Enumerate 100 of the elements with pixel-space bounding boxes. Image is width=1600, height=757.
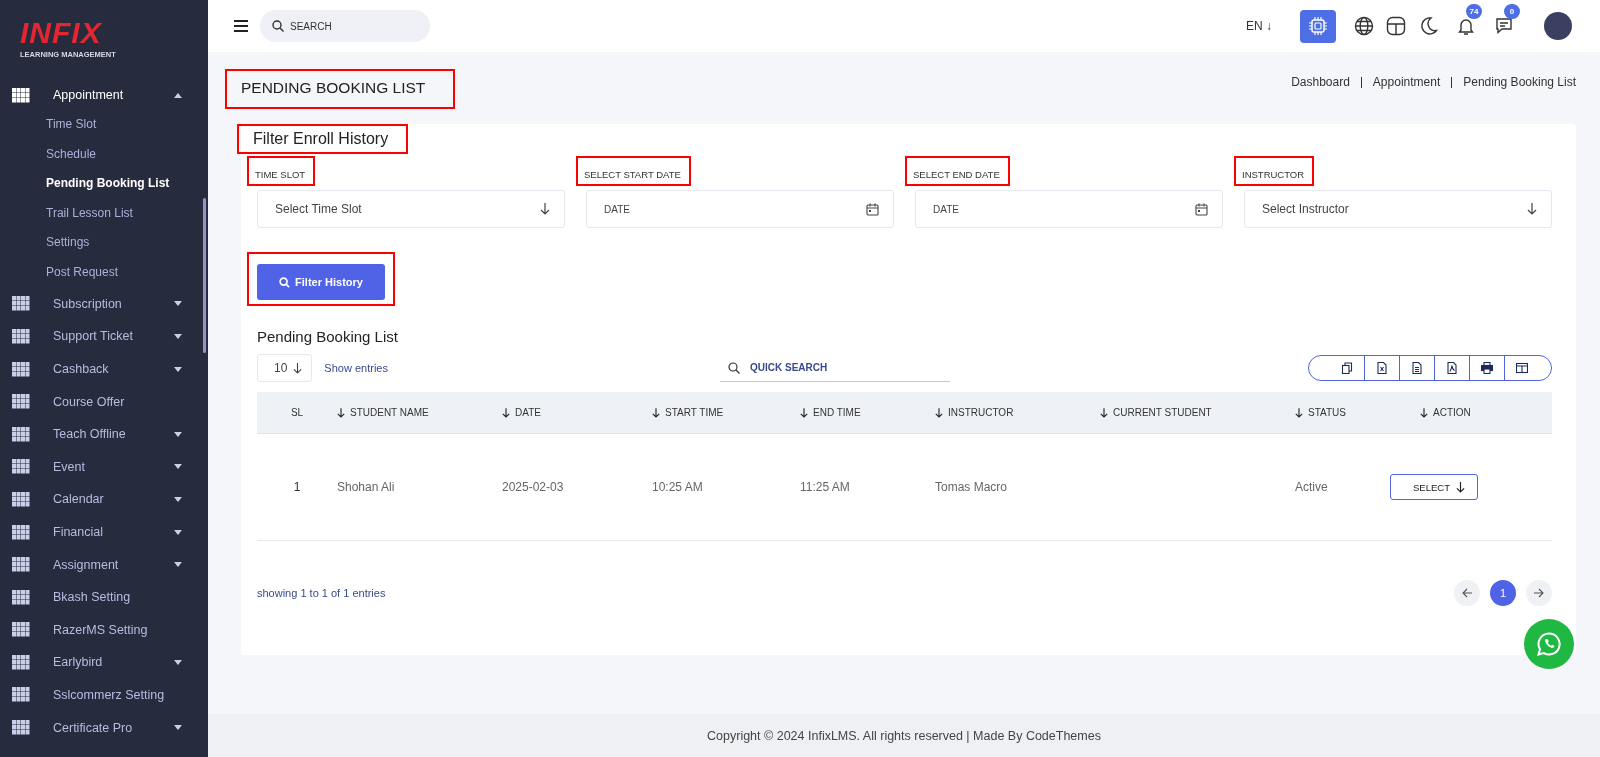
page-button[interactable]: 1 xyxy=(1490,580,1516,606)
grid-icon xyxy=(12,687,30,703)
grid-icon xyxy=(12,654,30,670)
sidebar-subitem[interactable]: Pending Booking List xyxy=(0,169,208,199)
language-selector[interactable]: EN ↓ xyxy=(1246,19,1272,33)
sidebar-item[interactable]: RazerMS Setting xyxy=(0,613,208,647)
grid-icon xyxy=(12,87,30,103)
print-icon xyxy=(1481,362,1493,374)
date-field[interactable]: DATE xyxy=(915,190,1223,228)
sidebar-item[interactable]: Event xyxy=(0,450,208,484)
message-count: 0 xyxy=(1504,4,1520,19)
search-icon xyxy=(272,20,284,32)
caret-icon xyxy=(174,366,182,372)
sidebar-subitem[interactable]: Time Slot xyxy=(0,110,208,140)
field-label: TIME SLOT xyxy=(255,169,306,180)
breadcrumb-link[interactable]: Appointment xyxy=(1372,75,1441,89)
sidebar-item[interactable]: Assignment xyxy=(0,548,208,581)
table-cell: Active xyxy=(1295,480,1328,494)
arrow-down-icon xyxy=(293,362,303,374)
arrow-down-icon xyxy=(540,203,550,215)
caret-icon xyxy=(174,92,182,98)
filter-history-button[interactable]: Filter History xyxy=(257,264,385,300)
column-header[interactable]: DATE xyxy=(502,407,652,418)
table-cell: Tomas Macro xyxy=(935,480,1008,494)
section-title: Filter Enroll History xyxy=(253,130,389,148)
table-cell: 10:25 AM xyxy=(652,480,703,494)
grid-icon xyxy=(12,589,30,605)
sidebar-subitem[interactable]: Schedule xyxy=(0,139,208,170)
section-title: Pending Booking List xyxy=(257,328,399,345)
layout-icon[interactable] xyxy=(1386,16,1406,36)
grid-icon xyxy=(12,361,30,377)
sidebar-item[interactable]: Subscription xyxy=(0,287,208,321)
sidebar-item[interactable]: Support Ticket xyxy=(0,320,208,353)
column-header[interactable]: STATUS xyxy=(1295,407,1420,418)
column-header[interactable]: SL xyxy=(257,407,337,418)
sort-arrow-icon xyxy=(1295,407,1303,418)
columns-icon xyxy=(1516,362,1528,374)
chat-icon[interactable] xyxy=(1494,16,1514,36)
caret-icon xyxy=(174,464,182,470)
grid-icon xyxy=(12,491,30,507)
field-label: INSTRUCTOR xyxy=(1242,169,1305,180)
sidebar-item[interactable]: Course Offer xyxy=(0,385,208,418)
sort-arrow-icon xyxy=(935,407,943,418)
table-cell: 11:25 AM xyxy=(800,480,850,494)
chip-button[interactable] xyxy=(1300,9,1336,43)
select-dropdown-button[interactable]: SELECT xyxy=(1390,474,1478,500)
sidebar-item[interactable]: Financial xyxy=(0,515,208,549)
breadcrumb-link[interactable]: Pending Booking List xyxy=(1463,75,1576,89)
moon-icon[interactable] xyxy=(1418,16,1438,36)
column-header[interactable]: START TIME xyxy=(652,407,800,418)
text-file-icon xyxy=(1411,362,1423,374)
sort-arrow-icon xyxy=(1100,407,1108,418)
show-entries-label: Show entries xyxy=(324,362,388,374)
caret-icon xyxy=(174,562,182,568)
caret-icon xyxy=(174,431,182,437)
breadcrumb-link[interactable]: Dashboard xyxy=(1291,75,1350,89)
caret-icon xyxy=(174,333,182,339)
sidebar-subitem[interactable]: Trail Lesson List xyxy=(0,198,208,229)
table-cell: 2025-02-03 xyxy=(502,480,564,494)
column-header[interactable]: STUDENT NAME xyxy=(337,407,502,418)
table-cell: 1 xyxy=(293,480,301,494)
arrow-left-icon xyxy=(1462,588,1472,598)
grid-icon xyxy=(12,720,30,736)
sidebar-item[interactable]: Appointment xyxy=(0,80,208,110)
column-header[interactable]: CURRENT STUDENT xyxy=(1100,407,1295,418)
caret-icon xyxy=(174,659,182,665)
search-icon xyxy=(279,276,291,288)
arrow-down-icon xyxy=(1455,481,1465,493)
sidebar-item[interactable]: Bkash Setting xyxy=(0,580,208,614)
sidebar-item[interactable]: Sslcommerz Setting xyxy=(0,678,208,712)
globe-icon[interactable] xyxy=(1354,16,1374,36)
bell-icon[interactable] xyxy=(1456,16,1476,36)
logo-text: INFIX xyxy=(20,18,103,48)
sidebar-item[interactable]: Earlybird xyxy=(0,646,208,679)
avatar[interactable] xyxy=(1544,12,1572,40)
sidebar-item[interactable]: Teach Offline xyxy=(0,417,208,451)
sidebar-subitem[interactable]: Settings xyxy=(0,228,208,258)
caret-icon xyxy=(174,529,182,535)
select-field[interactable]: Select Instructor xyxy=(1244,190,1552,228)
entries-info: showing 1 to 1 of 1 entries xyxy=(257,587,386,599)
column-header[interactable]: ACTION xyxy=(1420,407,1552,418)
select-field[interactable]: Select Time Slot xyxy=(257,190,565,228)
menu-icon[interactable] xyxy=(234,20,248,32)
caret-icon xyxy=(174,301,182,307)
sidebar-item[interactable]: Cashback xyxy=(0,352,208,386)
search-field[interactable]: SEARCH xyxy=(260,10,430,42)
page-title: PENDING BOOKING LIST xyxy=(241,79,426,97)
column-header[interactable]: INSTRUCTOR xyxy=(935,407,1100,418)
search-icon xyxy=(728,362,740,374)
sidebar-item[interactable]: Certificate Pro xyxy=(0,711,208,744)
sidebar-item[interactable]: Calendar xyxy=(0,483,208,516)
date-field[interactable]: DATE xyxy=(586,190,894,228)
previous-page-button[interactable] xyxy=(1454,580,1480,606)
sidebar-subitem[interactable]: Post Request xyxy=(0,257,208,288)
page-size-select[interactable]: 10 xyxy=(257,354,313,382)
grid-icon xyxy=(12,328,30,344)
grid-icon xyxy=(12,524,30,540)
column-header[interactable]: END TIME xyxy=(800,407,935,418)
next-page-button[interactable] xyxy=(1526,580,1552,606)
scrollbar-thumb[interactable] xyxy=(203,198,206,353)
